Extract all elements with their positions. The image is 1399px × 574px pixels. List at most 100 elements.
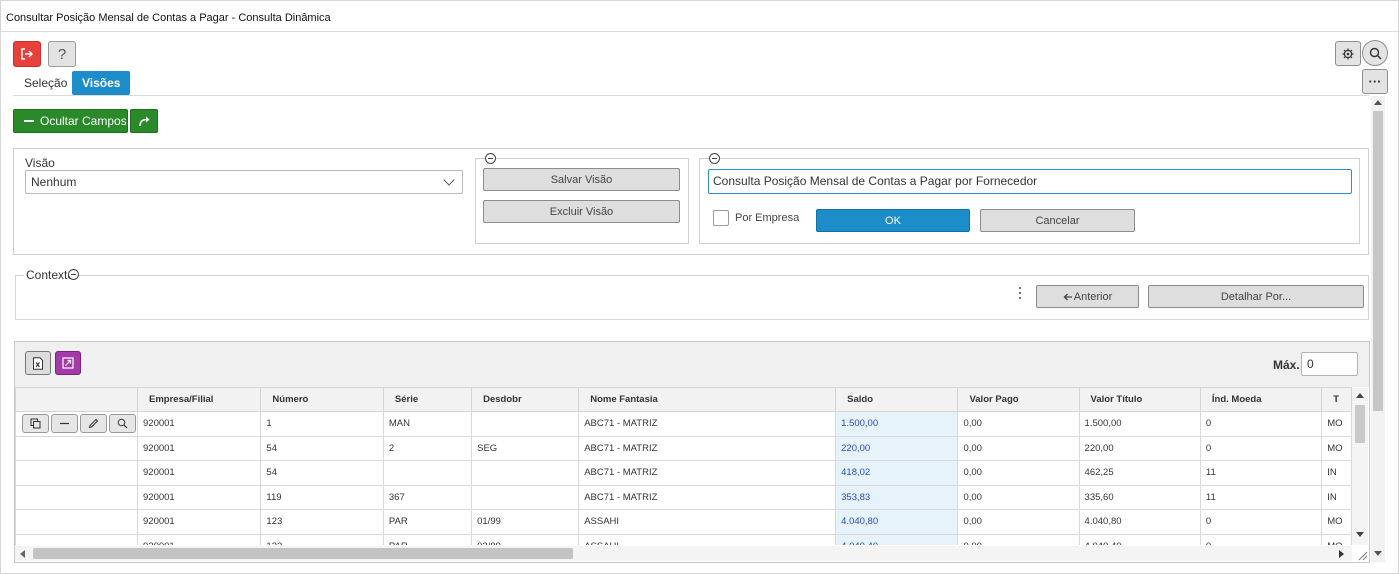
more-icon: ··· (1368, 74, 1382, 89)
share-arrow-icon (138, 116, 149, 127)
share-button[interactable] (130, 109, 158, 133)
kebab-menu-icon[interactable] (1018, 287, 1022, 301)
table-row[interactable]: 920001 54 ABC71 - MATRIZ 418,02 0,00 462… (15, 460, 1352, 486)
cell-saldo[interactable]: 220,00 (835, 435, 959, 461)
column-header-saldo[interactable]: Saldo (835, 387, 959, 412)
scroll-down-icon[interactable] (1374, 551, 1382, 556)
exit-button[interactable] (13, 41, 41, 67)
cell-desdobr (471, 460, 580, 486)
cell-valor-pago: 0,00 (957, 533, 1080, 545)
por-empresa-checkbox[interactable] (713, 210, 729, 226)
cell-saldo[interactable]: 4.040,40 (835, 533, 959, 545)
scrollbar-thumb[interactable] (33, 548, 573, 559)
previous-button[interactable]: Anterior (1036, 285, 1139, 308)
remove-row-button[interactable] (51, 414, 78, 434)
column-header-valor-titulo[interactable]: Valor Título (1078, 387, 1201, 412)
cell-nome-fantasia: ASSAHI (578, 509, 837, 535)
cell-serie (382, 460, 473, 486)
view-name-input[interactable]: Consulta Posição Mensal de Contas a Paga… (708, 169, 1352, 194)
row-actions-cell (15, 509, 138, 535)
cell-valor-pago: 0,00 (957, 509, 1080, 535)
cell-numero: 54 (260, 460, 384, 486)
cell-numero: 1 (260, 411, 384, 437)
column-header-serie[interactable]: Série (382, 387, 473, 412)
view-select[interactable]: Nenhum (25, 170, 463, 194)
settings-button[interactable] (1335, 41, 1361, 66)
export-excel-button[interactable] (25, 351, 51, 375)
column-header-numero[interactable]: Número (260, 387, 384, 412)
cell-empresa: 920001 (136, 484, 262, 510)
cell-saldo[interactable]: 418,02 (835, 460, 959, 486)
table-row[interactable]: 920001 123 PAR 02/99 ASSAHI 4.040,40 0,0… (15, 533, 1352, 545)
expand-button[interactable] (55, 351, 81, 375)
scroll-up-icon[interactable] (1374, 100, 1382, 105)
cell-numero: 119 (260, 484, 384, 510)
scroll-down-icon[interactable] (1356, 532, 1364, 537)
collapse-icon[interactable] (485, 153, 496, 164)
global-search-button[interactable] (1362, 40, 1388, 66)
cell-desdobr: 02/99 (471, 533, 580, 545)
hide-fields-button[interactable]: Ocultar Campos (13, 109, 128, 133)
max-input[interactable]: 0 (1301, 352, 1358, 376)
cell-nome-fantasia: ABC71 - MATRIZ (578, 435, 837, 461)
scroll-up-icon[interactable] (1356, 393, 1364, 398)
grid-toolbar (15, 342, 1369, 387)
cell-desdobr: SEG (471, 435, 580, 461)
cell-empresa: 920001 (136, 411, 262, 437)
cell-valor-pago: 0,00 (957, 411, 1080, 437)
cell-desdobr (471, 411, 580, 437)
column-header-ind-moeda[interactable]: Índ. Moeda (1199, 387, 1323, 412)
scrollbar-thumb[interactable] (1373, 111, 1383, 411)
drill-down-button[interactable]: Detalhar Por... (1148, 285, 1364, 308)
grid-vertical-scrollbar[interactable] (1352, 388, 1368, 545)
scroll-left-icon[interactable] (20, 550, 25, 558)
cell-empresa: 920001 (136, 533, 262, 545)
row-actions-cell (15, 484, 138, 510)
scrollbar-thumb[interactable] (1355, 405, 1365, 443)
help-button[interactable]: ? (48, 41, 76, 67)
table-row[interactable]: 920001 54 2 SEG ABC71 - MATRIZ 220,00 0,… (15, 435, 1352, 461)
cell-t: MO (1321, 435, 1352, 461)
cell-saldo[interactable]: 353,83 (835, 484, 959, 510)
row-actions-cell (15, 411, 138, 437)
cell-saldo[interactable]: 1.500,00 (835, 411, 959, 437)
table-row[interactable]: 920001 1 MAN ABC71 - MATRIZ 1.500,00 0,0… (15, 411, 1352, 437)
cell-numero: 123 (260, 533, 384, 545)
ok-button[interactable]: OK (816, 209, 970, 232)
copy-row-button[interactable] (22, 414, 49, 434)
cell-t: MO (1321, 411, 1352, 437)
tab-selecao[interactable]: Seleção (14, 71, 77, 95)
collapse-icon[interactable] (68, 269, 79, 280)
cell-empresa: 920001 (136, 460, 262, 486)
cancel-button[interactable]: Cancelar (980, 209, 1135, 232)
edit-row-button[interactable] (80, 414, 107, 434)
scroll-right-icon[interactable] (1339, 550, 1344, 558)
cell-valor-pago: 0,00 (957, 484, 1080, 510)
grid-horizontal-scrollbar[interactable] (15, 546, 1352, 561)
column-header-desdobr[interactable]: Desdobr (471, 387, 580, 412)
column-header-t[interactable]: T (1321, 387, 1352, 412)
save-view-button[interactable]: Salvar Visão (483, 168, 680, 191)
expand-icon (62, 357, 74, 369)
cell-numero: 123 (260, 509, 384, 535)
table-header-row: Empresa/Filial Número Série Desdobr Nome… (15, 387, 1352, 412)
tab-visoes[interactable]: Visões (72, 71, 131, 95)
column-header-empresa[interactable]: Empresa/Filial (136, 387, 262, 412)
search-icon (1369, 47, 1382, 60)
cell-saldo[interactable]: 4.040,80 (835, 509, 959, 535)
view-row-button[interactable] (109, 414, 136, 434)
column-header-nome-fantasia[interactable]: Nome Fantasia (578, 387, 837, 412)
column-header-actions (15, 387, 138, 412)
cell-desdobr: 01/99 (471, 509, 580, 535)
column-header-valor-pago[interactable]: Valor Pago (957, 387, 1080, 412)
cell-ind-moeda: 0 (1199, 435, 1323, 461)
more-options-button[interactable]: ··· (1362, 69, 1388, 94)
table-row[interactable]: 920001 123 PAR 01/99 ASSAHI 4.040,80 0,0… (15, 509, 1352, 535)
table-row[interactable]: 920001 119 367 ABC71 - MATRIZ 353,83 0,0… (15, 484, 1352, 510)
resize-grip-icon[interactable] (1356, 549, 1368, 561)
copy-icon (30, 418, 41, 429)
exit-icon (21, 48, 33, 60)
page-vertical-scrollbar[interactable] (1371, 96, 1385, 562)
collapse-icon[interactable] (709, 153, 720, 164)
delete-view-button[interactable]: Excluir Visão (483, 200, 680, 223)
